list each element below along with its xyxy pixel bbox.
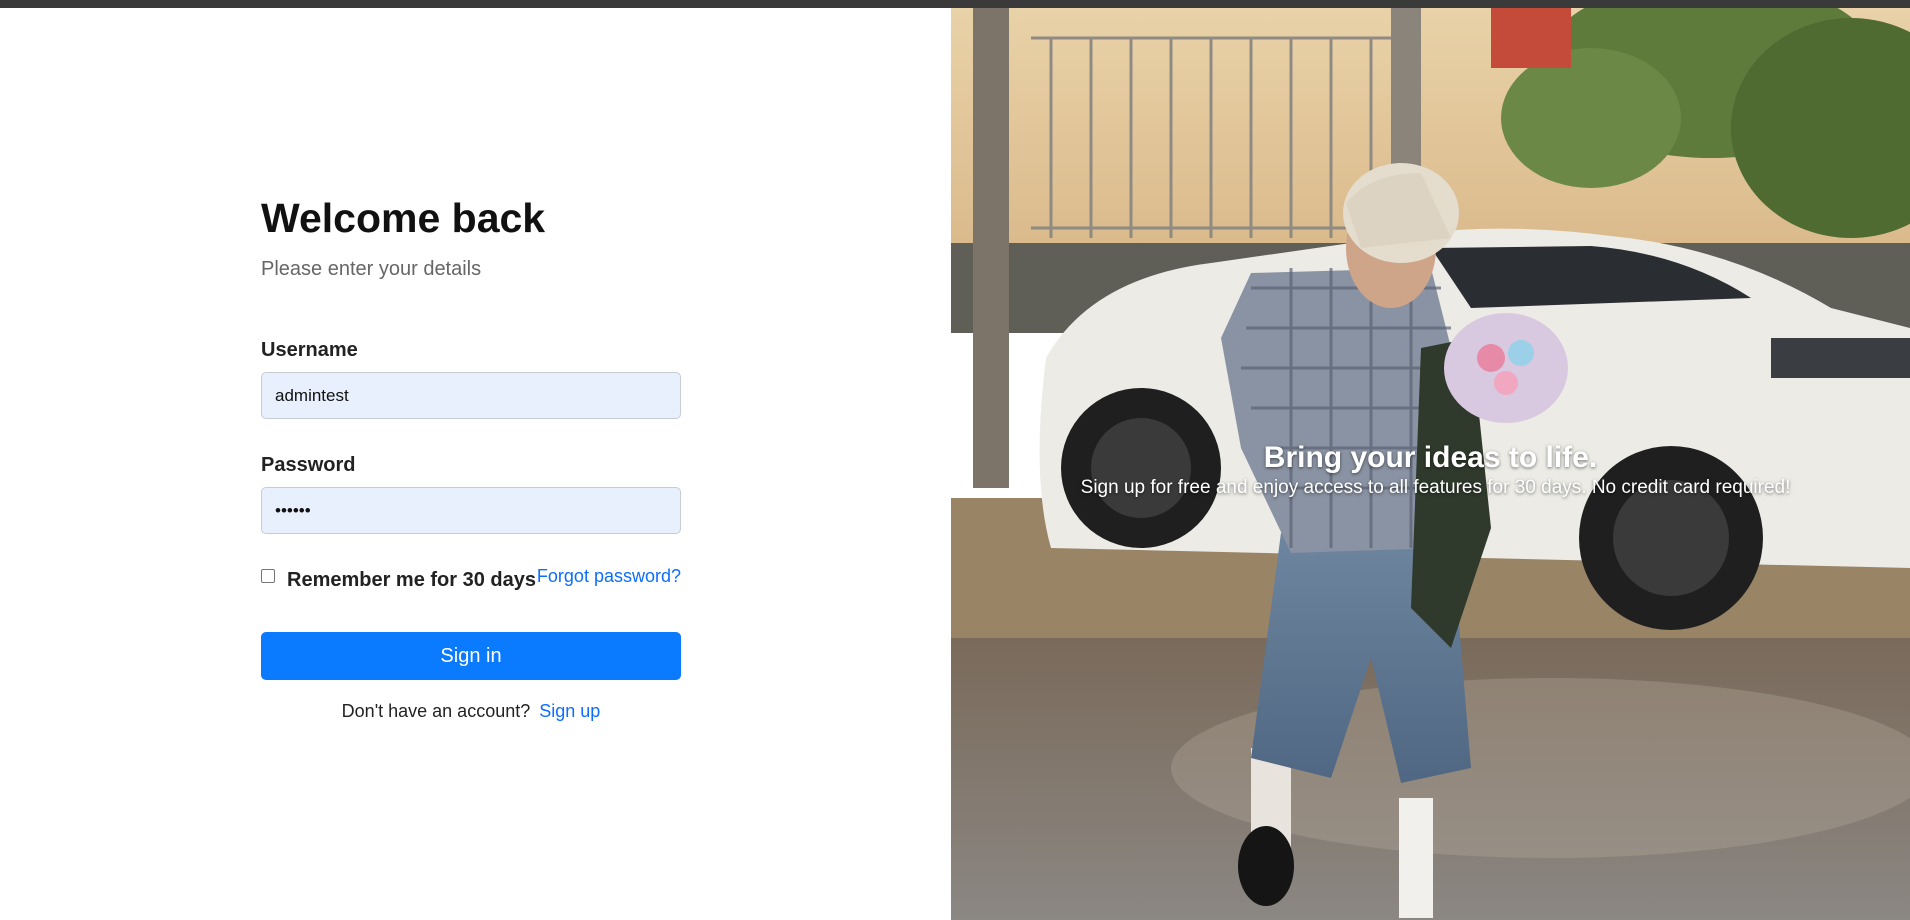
sign-up-link[interactable]: Sign up (539, 701, 600, 721)
signup-prompt: Don't have an account? (341, 701, 531, 721)
hero-text: Bring your ideas to life. Sign up for fr… (951, 441, 1910, 499)
username-input[interactable] (261, 372, 681, 419)
login-form: Welcome back Please enter your details U… (261, 193, 681, 722)
password-input[interactable] (261, 487, 681, 534)
hero-panel: Bring your ideas to life. Sign up for fr… (951, 8, 1910, 920)
forgot-password-link[interactable]: Forgot password? (537, 566, 681, 586)
remember-me-label[interactable]: Remember me for 30 days (287, 568, 536, 592)
login-page: Welcome back Please enter your details U… (0, 8, 1910, 920)
browser-top-strip (0, 0, 1910, 8)
signup-row: Don't have an account? Sign up (261, 700, 681, 722)
login-panel: Welcome back Please enter your details U… (0, 8, 951, 920)
page-title: Welcome back (261, 195, 546, 241)
hero-title: Bring your ideas to life. (1263, 441, 1598, 474)
hero-subtitle: Sign up for free and enjoy access to all… (1080, 477, 1791, 498)
page-subtitle: Please enter your details (261, 258, 482, 280)
password-label: Password (261, 454, 356, 476)
username-label: Username (261, 339, 358, 361)
remember-me-checkbox[interactable] (261, 569, 275, 583)
sign-in-button[interactable]: Sign in (261, 632, 681, 680)
options-row: Remember me for 30 days Forgot password? (261, 566, 681, 596)
remember-me[interactable]: Remember me for 30 days (261, 566, 536, 592)
